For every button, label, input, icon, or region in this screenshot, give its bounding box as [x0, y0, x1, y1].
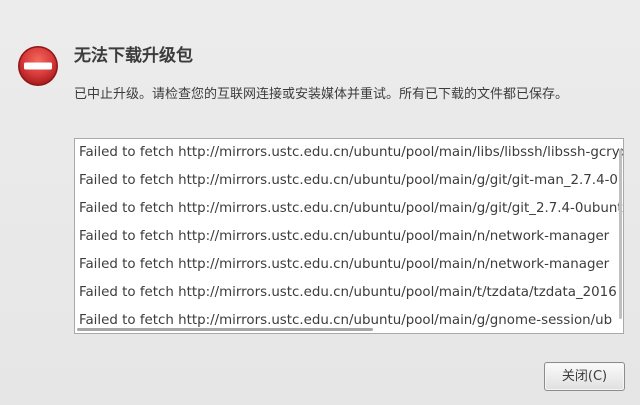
log-line: Failed to fetch http://mirrors.ustc.edu.…	[79, 257, 610, 272]
log-line: Failed to fetch http://mirrors.ustc.edu.…	[79, 173, 618, 188]
log-line: Failed to fetch http://mirrors.ustc.edu.…	[79, 145, 624, 160]
error-log-textview[interactable]: Failed to fetch http://mirrors.ustc.edu.…	[74, 138, 624, 334]
vertical-scrollbar[interactable]	[619, 149, 622, 319]
dialog-title: 无法下载升级包	[74, 46, 193, 66]
log-line: Failed to fetch http://mirrors.ustc.edu.…	[79, 201, 624, 216]
log-line: Failed to fetch http://mirrors.ustc.edu.…	[79, 285, 617, 300]
close-button[interactable]: 关闭(C)	[544, 362, 625, 391]
log-lines: Failed to fetch http://mirrors.ustc.edu.…	[79, 139, 624, 333]
error-dialog: 无法下载升级包 已中止升级。请检查您的互联网连接或安装媒体并重试。所有已下载的文…	[0, 0, 640, 405]
error-icon	[18, 46, 58, 86]
dialog-message: 已中止升级。请检查您的互联网连接或安装媒体并重试。所有已下载的文件都已保存。	[74, 87, 569, 102]
horizontal-scrollbar[interactable]	[77, 328, 373, 331]
log-line: Failed to fetch http://mirrors.ustc.edu.…	[79, 229, 610, 244]
